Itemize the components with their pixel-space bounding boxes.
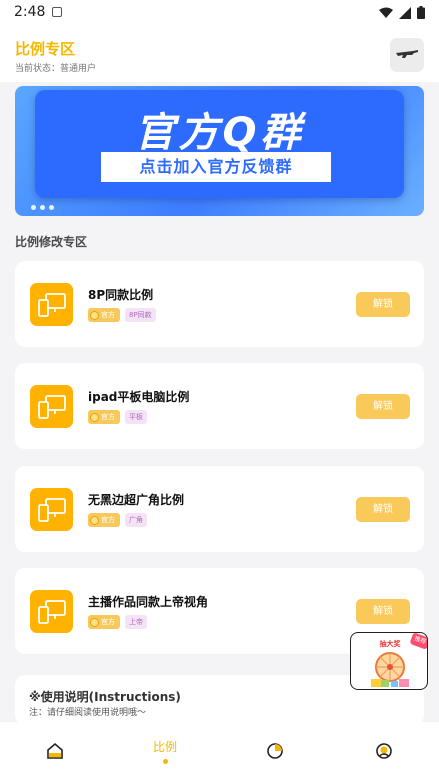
unlock-button[interactable]: 解锁: [356, 599, 410, 624]
join-group-button[interactable]: 点击加入官方反馈群: [101, 152, 331, 182]
coin-icon: [90, 617, 99, 627]
tab-home[interactable]: [0, 722, 110, 780]
kind-tag: 上帝: [125, 615, 147, 629]
kind-tag: 平板: [125, 410, 147, 424]
notification-icon: [52, 7, 62, 17]
devices-icon: [30, 385, 73, 428]
card-title: ipad平板电脑比例: [88, 390, 190, 404]
official-tag: 官方: [88, 410, 120, 424]
coin-icon: [90, 310, 99, 320]
card-tags: 官方 上帝: [88, 615, 147, 629]
banner-card: 官方Q群 点击加入官方反馈群: [35, 90, 404, 198]
ratio-card: ipad平板电脑比例 官方 平板 解锁: [15, 363, 424, 449]
tab-ratio-label: 比例: [152, 740, 177, 754]
banner-title: 官方Q群: [134, 110, 305, 156]
carousel-dot: [40, 205, 45, 210]
unlock-button[interactable]: 解锁: [356, 497, 410, 522]
carousel-dot: [49, 205, 54, 210]
carousel-indicator: [31, 205, 54, 210]
devices-icon: [30, 488, 73, 531]
bottom-tab-bar: 比例: [0, 722, 439, 780]
home-icon: [47, 742, 63, 759]
prize-wheel-icon: [371, 652, 409, 687]
card-title: 主播作品同款上帝视角: [88, 595, 209, 609]
kind-tag: 广角: [125, 513, 147, 527]
status-time: 2:48: [14, 4, 46, 20]
devices-icon: [30, 590, 73, 633]
status-bar: 2:48: [0, 0, 439, 26]
qq-group-banner[interactable]: 官方Q群 点击加入官方反馈群: [15, 86, 424, 216]
ratio-card: 8P同款比例 官方 8P同款 解锁: [15, 261, 424, 347]
official-tag: 官方: [88, 308, 120, 322]
section-title: 比例修改专区: [15, 235, 88, 249]
instructions-note: 注：请仔细阅读使用说明哦～: [29, 708, 147, 718]
unlock-button[interactable]: 解锁: [356, 394, 410, 419]
card-tags: 官方 8P同款: [88, 308, 156, 322]
official-tag-label: 官方: [101, 311, 115, 319]
chart-icon: [267, 743, 283, 759]
gun-icon: [396, 50, 418, 58]
coin-icon: [90, 515, 99, 525]
page-title: 比例专区: [15, 40, 76, 58]
battery-icon: [417, 6, 425, 19]
weapon-button[interactable]: [390, 38, 424, 72]
official-tag: 官方: [88, 615, 120, 629]
wifi-icon: [379, 7, 393, 18]
tab-ratio[interactable]: 比例: [110, 722, 220, 780]
status-icons: [379, 6, 425, 19]
user-status: 当前状态：普通用户: [15, 64, 97, 74]
coin-icon: [90, 412, 99, 422]
carousel-dot: [31, 205, 36, 210]
official-tag: 官方: [88, 513, 120, 527]
active-indicator: [162, 759, 168, 764]
official-tag-label: 官方: [101, 516, 115, 524]
card-tags: 官方 广角: [88, 513, 147, 527]
unlock-button[interactable]: 解锁: [356, 292, 410, 317]
signal-icon: [399, 6, 411, 19]
ratio-card: 无黑边超广角比例 官方 广角 解锁: [15, 466, 424, 552]
card-title: 8P同款比例: [88, 288, 154, 302]
kind-tag: 8P同款: [125, 308, 156, 322]
app-bar: 比例专区 当前状态：普通用户: [0, 26, 439, 82]
official-tag-label: 官方: [101, 618, 115, 626]
devices-icon: [30, 283, 73, 326]
official-tag-label: 官方: [101, 413, 115, 421]
tab-profile[interactable]: [329, 722, 439, 780]
card-title: 无黑边超广角比例: [88, 493, 185, 507]
lottery-float-button[interactable]: 抽大奖 推荐: [350, 632, 428, 690]
tab-stats[interactable]: [220, 722, 330, 780]
instructions-title: ※使用说明(Instructions): [29, 690, 181, 704]
card-tags: 官方 平板: [88, 410, 147, 424]
profile-icon: [376, 743, 392, 759]
